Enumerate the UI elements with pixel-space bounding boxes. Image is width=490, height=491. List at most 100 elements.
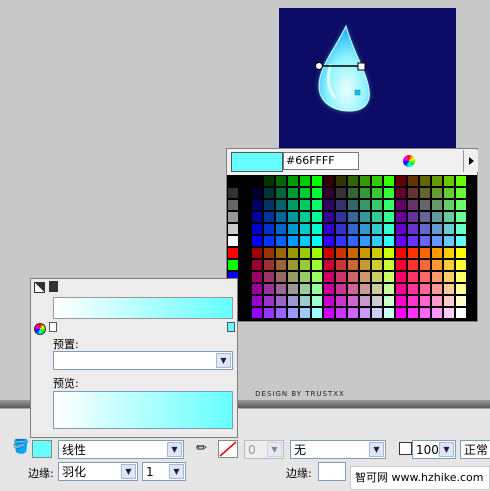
swatch-cell[interactable] (395, 235, 407, 247)
swatch-cell[interactable] (227, 235, 239, 247)
swatch-cell[interactable] (251, 307, 263, 319)
swatch-cell[interactable] (299, 187, 311, 199)
swatch-cell[interactable] (299, 283, 311, 295)
swatch-cell[interactable] (395, 175, 407, 187)
swatch-cell[interactable] (395, 223, 407, 235)
swatch-cell[interactable] (395, 247, 407, 259)
swatch-cell[interactable] (455, 187, 467, 199)
swatch-cell[interactable] (443, 223, 455, 235)
swatch-cell[interactable] (371, 259, 383, 271)
swatch-cell[interactable] (263, 259, 275, 271)
swatch-cell[interactable] (359, 283, 371, 295)
swatch-cell[interactable] (431, 259, 443, 271)
swatch-cell[interactable] (227, 259, 239, 271)
swatch-cell[interactable] (311, 187, 323, 199)
swatch-cell[interactable] (299, 211, 311, 223)
swatch-cell[interactable] (407, 235, 419, 247)
swatch-cell[interactable] (371, 175, 383, 187)
swatch-cell[interactable] (359, 223, 371, 235)
swatch-cell[interactable] (347, 295, 359, 307)
swatch-cell[interactable] (443, 175, 455, 187)
swatch-cell[interactable] (383, 235, 395, 247)
swatch-cell[interactable] (371, 271, 383, 283)
swatch-cell[interactable] (371, 283, 383, 295)
swatch-cell[interactable] (359, 295, 371, 307)
swatch-cell[interactable] (275, 283, 287, 295)
swatch-cell[interactable] (239, 247, 251, 259)
swatch-cell[interactable] (347, 259, 359, 271)
blend-mode-select[interactable]: 正常 (460, 440, 490, 459)
swatch-cell[interactable] (419, 247, 431, 259)
water-drop-graphic[interactable] (279, 8, 456, 155)
swatch-cell[interactable] (275, 211, 287, 223)
swatch-cell[interactable] (323, 271, 335, 283)
swatch-cell[interactable] (383, 307, 395, 319)
chevron-down-icon[interactable]: ▼ (369, 442, 384, 457)
swatch-cell[interactable] (431, 271, 443, 283)
swatch-cell[interactable] (239, 199, 251, 211)
swatch-cell[interactable] (383, 187, 395, 199)
swatch-cell[interactable] (407, 211, 419, 223)
swatch-cell[interactable] (263, 307, 275, 319)
swatch-cell[interactable] (455, 283, 467, 295)
swatch-cell[interactable] (239, 295, 251, 307)
swatch-cell[interactable] (347, 211, 359, 223)
swatch-cell[interactable] (395, 295, 407, 307)
swatch-cell[interactable] (371, 199, 383, 211)
hex-input[interactable]: #66FFFF (283, 152, 359, 170)
swatch-cell[interactable] (371, 247, 383, 259)
swatch-cell[interactable] (395, 307, 407, 319)
edge-field[interactable] (318, 462, 346, 481)
swatch-cell[interactable] (359, 259, 371, 271)
swatch-cell[interactable] (335, 187, 347, 199)
swatch-cell[interactable] (347, 235, 359, 247)
gradient-stop-start[interactable] (49, 322, 57, 332)
swatch-cell[interactable] (287, 175, 299, 187)
swatch-cell[interactable] (335, 199, 347, 211)
swatch-cell[interactable] (263, 247, 275, 259)
swatch-cell[interactable] (251, 175, 263, 187)
swatch-cell[interactable] (263, 199, 275, 211)
swatch-cell[interactable] (299, 307, 311, 319)
swatch-cell[interactable] (431, 235, 443, 247)
swatch-cell[interactable] (275, 271, 287, 283)
swatch-cell[interactable] (407, 295, 419, 307)
swatch-cell[interactable] (335, 235, 347, 247)
preset-select[interactable]: ▼ (53, 351, 233, 370)
swatch-cell[interactable] (347, 283, 359, 295)
swatch-cell[interactable] (431, 175, 443, 187)
swatch-cell[interactable] (419, 187, 431, 199)
swatch-cell[interactable] (239, 211, 251, 223)
swatch-cell[interactable] (323, 187, 335, 199)
swatch-cell[interactable] (263, 271, 275, 283)
swatch-cell[interactable] (335, 259, 347, 271)
swatch-cell[interactable] (383, 247, 395, 259)
swatch-cell[interactable] (323, 307, 335, 319)
stop-marker-icon[interactable] (49, 281, 58, 292)
swatch-cell[interactable] (299, 175, 311, 187)
swatch-cell[interactable] (239, 175, 251, 187)
swatch-cell[interactable] (443, 295, 455, 307)
swatch-cell[interactable] (335, 223, 347, 235)
stroke-width-select[interactable]: 0 ▼ (244, 440, 284, 459)
swatch-cell[interactable] (335, 175, 347, 187)
swatch-cell[interactable] (383, 259, 395, 271)
chevron-down-icon[interactable]: ▼ (216, 353, 231, 368)
swatch-cell[interactable] (419, 199, 431, 211)
swatch-cell[interactable] (371, 187, 383, 199)
swatch-cell[interactable] (239, 187, 251, 199)
swatch-cell[interactable] (455, 271, 467, 283)
swatch-cell[interactable] (383, 223, 395, 235)
swatch-cell[interactable] (251, 283, 263, 295)
swatch-cell[interactable] (443, 247, 455, 259)
swatch-cell[interactable] (251, 187, 263, 199)
swatch-cell[interactable] (347, 199, 359, 211)
swatch-cell[interactable] (263, 211, 275, 223)
swatch-cell[interactable] (383, 175, 395, 187)
swatch-cell[interactable] (455, 247, 467, 259)
swatch-cell[interactable] (263, 187, 275, 199)
gradient-bar[interactable] (53, 297, 233, 319)
swatch-cell[interactable] (395, 199, 407, 211)
swatch-cell[interactable] (383, 283, 395, 295)
swatch-cell[interactable] (275, 235, 287, 247)
